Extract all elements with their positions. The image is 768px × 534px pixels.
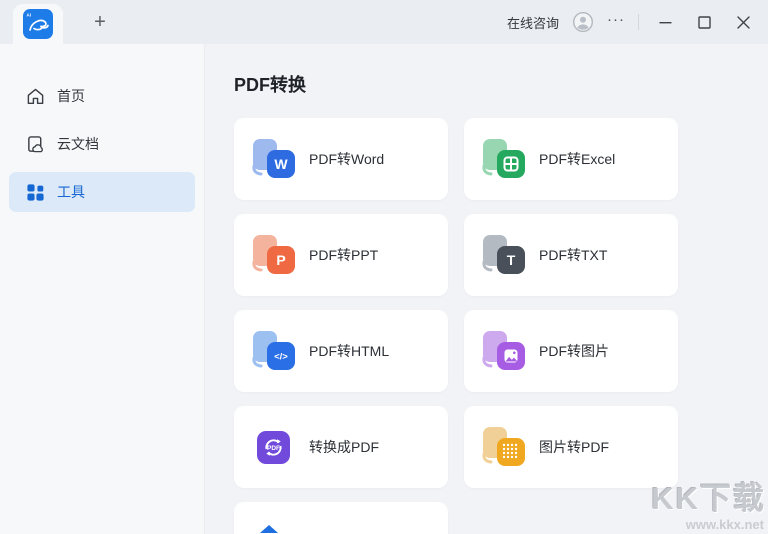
image-to-pdf-icon: [482, 427, 525, 466]
image-doc-icon: [482, 331, 525, 370]
avatar[interactable]: [572, 11, 594, 33]
card-label: PDF转图片: [539, 343, 609, 359]
close-button[interactable]: [730, 9, 756, 35]
card-convert-to-pdf[interactable]: PDF 转换成PDF: [234, 406, 448, 488]
convert-to-pdf-icon: PDF: [257, 431, 290, 464]
svg-text:PDF: PDF: [267, 445, 280, 452]
svg-text:T: T: [507, 252, 516, 268]
card-label: PDF转HTML: [309, 343, 390, 359]
minimize-icon: [659, 21, 671, 23]
svg-text:</>: </>: [274, 352, 288, 363]
maximize-icon: [697, 15, 711, 29]
minimize-button[interactable]: [652, 9, 678, 35]
sidebar-item-tools[interactable]: 工具: [9, 172, 195, 212]
excel-doc-icon: [482, 139, 525, 178]
sidebar-item-label: 工具: [57, 184, 85, 200]
card-label: 转换成PDF: [309, 439, 379, 455]
sidebar: 首页 云文档 工具: [0, 44, 205, 534]
word-doc-icon: W: [252, 139, 295, 178]
sidebar-item-cloud-docs[interactable]: 云文档: [9, 124, 195, 164]
close-icon: [736, 15, 750, 29]
sidebar-item-label: 云文档: [57, 136, 99, 152]
cloud-doc-icon: [28, 135, 43, 152]
card-pdf-to-excel[interactable]: PDF转Excel: [464, 118, 678, 200]
card-pdf-to-image[interactable]: PDF转图片: [464, 310, 678, 392]
tool-cards-grid: W PDF转Word PDF转Excel P PDF转PPT T PDF转TXT…: [234, 118, 768, 534]
card-label: PDF转PPT: [309, 247, 379, 263]
sidebar-item-home[interactable]: 首页: [9, 76, 195, 116]
card-label: PDF转Excel: [539, 151, 616, 167]
svg-text:AI: AI: [27, 13, 32, 18]
html-doc-icon: </>: [252, 331, 295, 370]
photo-glyph: [504, 349, 518, 363]
card-partial-next-row[interactable]: [234, 502, 448, 534]
card-pdf-to-ppt[interactable]: P PDF转PPT: [234, 214, 448, 296]
card-label: PDF转TXT: [539, 247, 608, 263]
app-logo-icon: AI: [23, 9, 53, 39]
svg-text:W: W: [274, 156, 288, 172]
card-image-to-pdf[interactable]: 图片转PDF: [464, 406, 678, 488]
card-pdf-to-html[interactable]: </> PDF转HTML: [234, 310, 448, 392]
maximize-button[interactable]: [691, 9, 717, 35]
title-bar: AI + 在线咨询 ···: [0, 0, 768, 44]
home-icon: [27, 88, 44, 104]
divider: [638, 14, 639, 30]
new-tab-button[interactable]: +: [86, 8, 114, 36]
page-title: PDF转换: [234, 75, 306, 95]
card-pdf-to-txt[interactable]: T PDF转TXT: [464, 214, 678, 296]
txt-doc-icon: T: [482, 235, 525, 274]
ppt-doc-icon: P: [252, 235, 295, 274]
tools-grid-icon: [27, 183, 44, 201]
svg-text:P: P: [276, 252, 285, 268]
partial-tool-icon: [260, 525, 278, 533]
main-panel: PDF转换 W PDF转Word PDF转Excel P PDF转PPT T P…: [205, 44, 768, 534]
content-area: 首页 云文档 工具 PDF转换 W PDF转Word PDF转Excel P P…: [0, 44, 768, 534]
card-label: PDF转Word: [309, 151, 385, 167]
card-pdf-to-word[interactable]: W PDF转Word: [234, 118, 448, 200]
card-label: 图片转PDF: [539, 439, 609, 455]
more-menu-button[interactable]: ···: [607, 12, 625, 33]
online-consult-link[interactable]: 在线咨询: [507, 13, 559, 32]
sidebar-item-label: 首页: [57, 88, 85, 104]
app-tab[interactable]: AI: [13, 4, 63, 44]
